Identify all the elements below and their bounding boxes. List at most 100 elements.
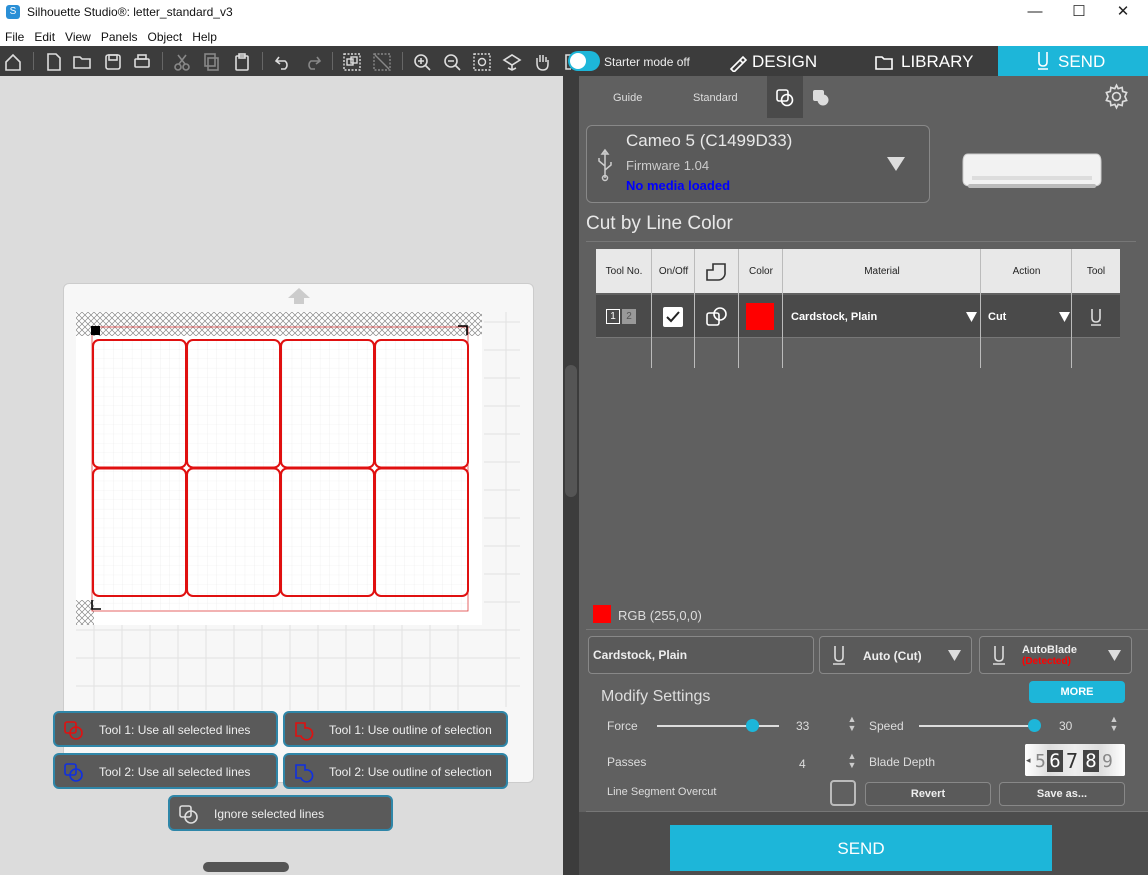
- action-value[interactable]: Cut: [988, 311, 1006, 323]
- redo-icon[interactable]: [303, 52, 323, 72]
- speed-stepper[interactable]: ▲ ▼: [1109, 715, 1119, 733]
- subtab-standard[interactable]: Standard: [693, 92, 738, 104]
- new-file-icon[interactable]: [44, 52, 64, 72]
- blade-name: AutoBlade: [1022, 644, 1077, 656]
- passes-label: Passes: [607, 755, 647, 769]
- on-off-checkbox[interactable]: [663, 307, 683, 327]
- zoom-out-icon[interactable]: [442, 52, 462, 72]
- speed-slider-knob[interactable]: [1027, 719, 1041, 732]
- line-mode-icon[interactable]: [705, 305, 729, 329]
- col-color: Color: [749, 266, 773, 277]
- fit-to-page-icon[interactable]: [502, 52, 522, 72]
- tab-library-label: LIBRARY: [901, 52, 974, 71]
- zoom-in-icon[interactable]: [412, 52, 432, 72]
- force-value: 33: [796, 719, 810, 733]
- menu-help[interactable]: Help: [187, 26, 222, 44]
- speed-slider[interactable]: [919, 725, 1034, 727]
- col-action: Action: [1012, 266, 1041, 277]
- more-button[interactable]: MORE: [1029, 681, 1125, 703]
- maximize-button[interactable]: ☐: [1056, 0, 1102, 26]
- menu-file[interactable]: File: [0, 26, 29, 44]
- horizontal-scrollbar-thumb[interactable]: [203, 862, 289, 872]
- line-segment-overcut-checkbox[interactable]: [830, 780, 856, 806]
- paste-icon[interactable]: [232, 52, 252, 72]
- revert-button[interactable]: Revert: [865, 782, 991, 806]
- tab-design[interactable]: DESIGN: [728, 46, 838, 76]
- device-selector[interactable]: Cameo 5 (C1499D33) Firmware 1.04 No medi…: [586, 125, 930, 203]
- blade-depth-dial[interactable]: ◂ 5 6 7 8 9: [1025, 744, 1125, 776]
- toolbar-separator: [402, 52, 403, 70]
- save-as-button[interactable]: Save as...: [999, 782, 1125, 806]
- modify-settings-title: Modify Settings: [601, 688, 711, 705]
- minimize-button[interactable]: —: [1012, 0, 1058, 26]
- column-divider: [1071, 249, 1072, 368]
- menu-edit[interactable]: Edit: [29, 26, 60, 44]
- folder-icon: [875, 56, 893, 70]
- title-bar: S Silhouette Studio®: letter_standard_v3…: [0, 0, 1148, 26]
- menu-bar: File Edit View Panels Object Help: [0, 26, 1148, 46]
- color-swatch: [746, 303, 774, 330]
- depth-digit-selected: 7: [1066, 749, 1079, 773]
- undo-icon[interactable]: [273, 52, 293, 72]
- device-dropdown-icon[interactable]: [887, 157, 905, 171]
- material-select-value: Cardstock, Plain: [593, 648, 688, 662]
- material-dropdown-icon[interactable]: [966, 312, 977, 322]
- tab-send[interactable]: SEND: [998, 46, 1148, 76]
- group-icon[interactable]: [342, 52, 362, 72]
- blade-icon: [1038, 52, 1048, 70]
- depth-digit: 6: [1047, 750, 1063, 772]
- tool1-outline-button[interactable]: Tool 1: Use outline of selection: [283, 711, 508, 747]
- col-tool: Tool: [1086, 266, 1106, 277]
- menu-view[interactable]: View: [60, 26, 96, 44]
- column-divider: [980, 249, 981, 368]
- tool1-all-lines-button[interactable]: Tool 1: Use all selected lines: [53, 711, 278, 747]
- settings-gear-icon[interactable]: [1103, 83, 1130, 110]
- cut-mode-select[interactable]: Auto (Cut): [819, 636, 972, 674]
- device-name: Cameo 5 (C1499D33): [626, 131, 793, 150]
- col-material: Material: [864, 266, 900, 277]
- mat-grid: [484, 312, 520, 707]
- blade-depth-label: Blade Depth: [869, 755, 936, 769]
- tool1-outline-label: Tool 1: Use outline of selection: [329, 723, 492, 737]
- home-icon[interactable]: [3, 52, 23, 72]
- close-button[interactable]: ✕: [1100, 0, 1146, 26]
- cut-icon[interactable]: [172, 52, 192, 72]
- scrollbar-thumb[interactable]: [565, 365, 577, 497]
- save-icon[interactable]: [103, 52, 123, 72]
- tool1-all-lines-icon: [64, 721, 83, 740]
- fill-mode-icon[interactable]: [811, 88, 831, 108]
- tool-1-selector[interactable]: 1: [606, 309, 620, 324]
- col-outline: [695, 249, 739, 293]
- ungroup-icon[interactable]: [372, 52, 392, 72]
- open-folder-icon[interactable]: [72, 52, 92, 72]
- print-icon[interactable]: [132, 52, 152, 72]
- force-slider-knob[interactable]: [745, 719, 759, 732]
- pan-hand-icon[interactable]: [532, 52, 552, 72]
- blade-icon: [833, 646, 845, 665]
- material-value[interactable]: Cardstock, Plain: [791, 311, 877, 323]
- action-dropdown-icon[interactable]: [1059, 312, 1070, 322]
- menu-object[interactable]: Object: [143, 26, 188, 44]
- tool-2-selector[interactable]: 2: [622, 309, 636, 324]
- blade-select[interactable]: AutoBlade (Detected): [979, 636, 1132, 674]
- zoom-selection-icon[interactable]: [472, 52, 492, 72]
- force-slider[interactable]: [657, 725, 779, 727]
- blade-status: (Detected): [1022, 656, 1071, 667]
- force-stepper[interactable]: ▲ ▼: [847, 715, 857, 733]
- line-segment-overcut-label: Line Segment Overcut: [607, 786, 717, 798]
- subtab-line-mode[interactable]: [767, 76, 803, 118]
- tool2-all-lines-button[interactable]: Tool 2: Use all selected lines: [53, 753, 278, 789]
- subtab-guide[interactable]: Guide: [613, 92, 642, 104]
- menu-panels[interactable]: Panels: [96, 26, 143, 44]
- outline-icon: [706, 263, 726, 281]
- passes-stepper[interactable]: ▲ ▼: [847, 752, 857, 770]
- copy-icon[interactable]: [202, 52, 222, 72]
- tab-library[interactable]: LIBRARY: [874, 46, 994, 76]
- tool2-outline-button[interactable]: Tool 2: Use outline of selection: [283, 753, 508, 789]
- check-icon: [666, 311, 680, 323]
- send-button[interactable]: SEND: [670, 825, 1052, 871]
- ignore-lines-button[interactable]: Ignore selected lines: [168, 795, 393, 831]
- material-select[interactable]: Cardstock, Plain: [588, 636, 814, 674]
- partial-icon: [558, 52, 571, 72]
- design-shapes[interactable]: [76, 312, 482, 625]
